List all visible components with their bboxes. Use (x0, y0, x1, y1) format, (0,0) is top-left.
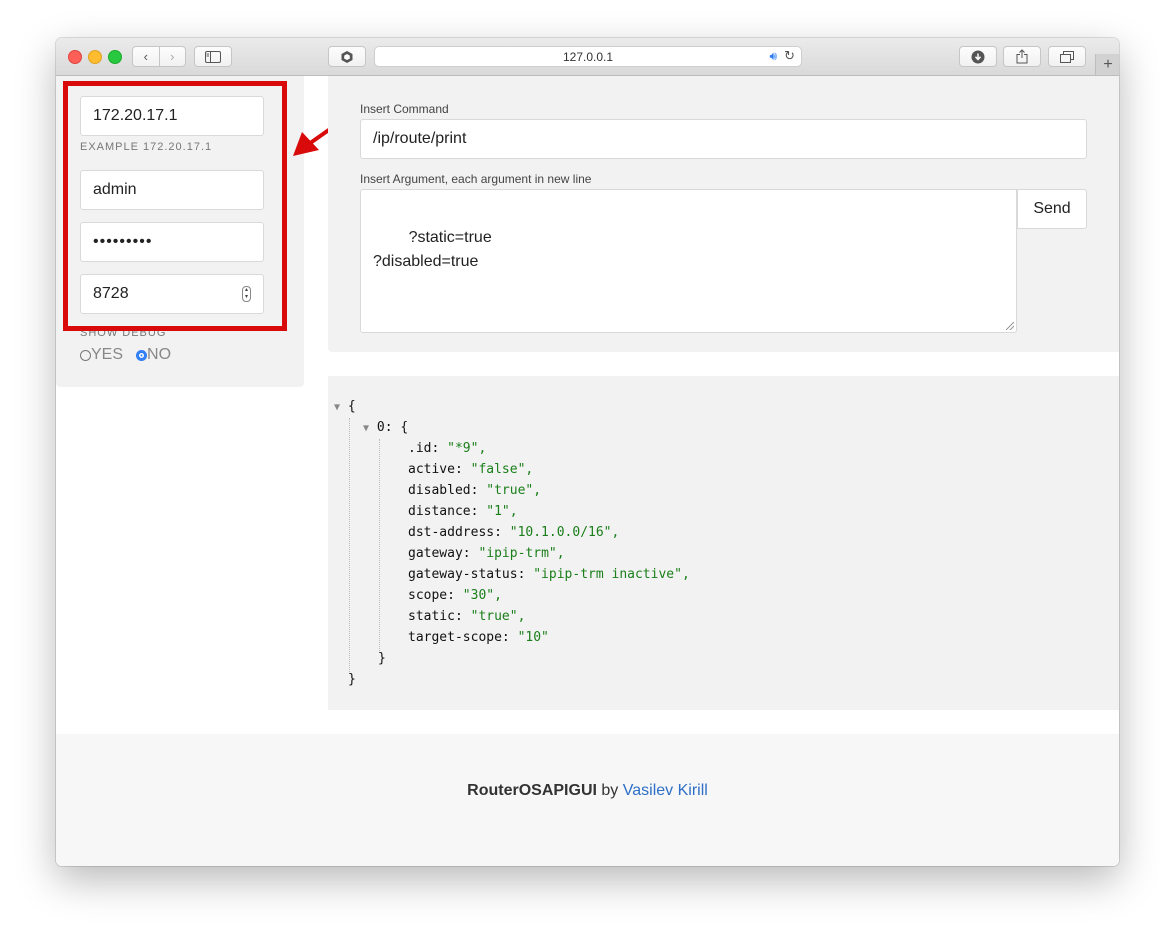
arguments-text: ?static=true ?disabled=true (373, 229, 492, 270)
speaker-icon[interactable]: 🔊︎ (769, 49, 777, 64)
json-entry-key: disabled (408, 483, 471, 498)
json-entry-key: .id (408, 441, 432, 456)
send-button[interactable]: Send (1017, 189, 1087, 229)
close-window-button[interactable] (68, 50, 82, 64)
zoom-window-button[interactable] (108, 50, 122, 64)
debug-no-label[interactable]: NO (147, 346, 171, 364)
json-entry-value: "ipip-trm inactive", (533, 567, 690, 582)
json-entry-row: disabled: "true", (408, 483, 542, 498)
command-panel: Insert Command /ip/route/print Insert Ar… (328, 76, 1119, 352)
json-entry-value: "ipip-trm", (478, 546, 565, 561)
json-entry-value: "true", (470, 609, 526, 624)
tab-overview-button[interactable] (1048, 46, 1086, 67)
browser-window: ‹ › 127.0.0.1 🔊︎ ↻ + 172.20.17.1 EXAMPLE… (56, 38, 1119, 866)
page-content: 172.20.17.1 EXAMPLE 172.20.17.1 admin ••… (56, 76, 1119, 866)
forward-icon[interactable]: › (158, 47, 186, 66)
json-entry-value: "1", (486, 504, 518, 519)
browser-toolbar: ‹ › 127.0.0.1 🔊︎ ↻ + (56, 38, 1119, 76)
json-entry-value: "false", (470, 462, 534, 477)
json-entry-key: distance (408, 504, 471, 519)
footer-credit: RouterOSAPIGUI by Vasilev Kirill (56, 782, 1119, 800)
json-entry-row: gateway-status: "ipip-trm inactive", (408, 567, 690, 582)
back-forward-buttons: ‹ › (132, 46, 186, 67)
json-entry-value: "*9", (447, 441, 487, 456)
address-bar[interactable]: 127.0.0.1 🔊︎ ↻ (374, 46, 802, 67)
result-panel: ▼ { ▼ 0: { .id: "*9", active: "false", dis… (328, 376, 1119, 710)
json-entry-value: "10.1.0.0/16", (509, 525, 620, 540)
command-input[interactable]: /ip/route/print (360, 119, 1087, 159)
json-entry-row: static: "true", (408, 609, 526, 624)
json-item-close: } (378, 651, 386, 666)
command-label: Insert Command (360, 102, 449, 116)
tabs-icon (1060, 50, 1074, 63)
tree-guide-line (349, 418, 350, 674)
shield-icon (341, 50, 353, 63)
reload-icon[interactable]: ↻ (784, 48, 795, 64)
debug-yes-label[interactable]: YES (91, 346, 123, 364)
footer-by: by (601, 782, 619, 799)
json-entry-key: static (408, 609, 455, 624)
footer-app-name: RouterOSAPIGUI (467, 782, 597, 799)
privacy-report-button[interactable] (328, 46, 366, 67)
json-entry-row: distance: "1", (408, 504, 518, 519)
download-icon (971, 50, 985, 63)
json-root-close: } (348, 672, 356, 687)
tree-guide-line (379, 439, 380, 653)
json-index-key: 0 (376, 420, 385, 435)
share-button[interactable] (1003, 46, 1041, 67)
arguments-textarea[interactable]: ?static=true ?disabled=true (360, 189, 1017, 333)
json-entry-key: gateway (408, 546, 463, 561)
json-entry-row: target-scope: "10" (408, 630, 549, 645)
json-entry-row: gateway: "ipip-trm", (408, 546, 565, 561)
json-entry-value: "10" (517, 630, 549, 645)
share-icon (1016, 49, 1028, 64)
resize-handle-icon[interactable] (1006, 322, 1014, 330)
json-item-open[interactable]: ▼ 0: { (363, 417, 408, 439)
minimize-window-button[interactable] (88, 50, 102, 64)
json-entry-value: "30", (462, 588, 502, 603)
json-entry-row: active: "false", (408, 462, 534, 477)
json-entry-row: scope: "30", (408, 588, 502, 603)
json-entry-key: active (408, 462, 455, 477)
sidebar-toggle-button[interactable] (194, 46, 232, 67)
debug-radio-group: YES NO (80, 346, 171, 364)
json-entry-key: target-scope (408, 630, 502, 645)
debug-no-radio[interactable] (136, 349, 148, 361)
json-entry-key: dst-address (408, 525, 495, 540)
json-entry-row: dst-address: "10.1.0.0/16", (408, 525, 620, 540)
sidebar-icon (205, 50, 221, 63)
url-text: 127.0.0.1 (562, 50, 614, 64)
collapse-triangle-icon[interactable]: ▼ (334, 402, 340, 413)
collapse-triangle-icon[interactable]: ▼ (363, 423, 369, 434)
json-entry-row: .id: "*9", (408, 441, 487, 456)
connection-highlight-box (63, 81, 287, 331)
arguments-label: Insert Argument, each argument in new li… (360, 172, 592, 186)
downloads-button[interactable] (959, 46, 997, 67)
debug-yes-radio[interactable] (80, 349, 91, 361)
json-entry-key: gateway-status (408, 567, 518, 582)
json-entry-value: "true", (486, 483, 542, 498)
back-icon[interactable]: ‹ (133, 47, 159, 66)
author-link[interactable]: Vasilev Kirill (623, 782, 708, 799)
new-tab-button[interactable]: + (1095, 54, 1119, 75)
json-root-open[interactable]: ▼ { (334, 396, 356, 418)
footer: RouterOSAPIGUI by Vasilev Kirill (56, 734, 1119, 866)
json-entry-key: scope (408, 588, 448, 603)
